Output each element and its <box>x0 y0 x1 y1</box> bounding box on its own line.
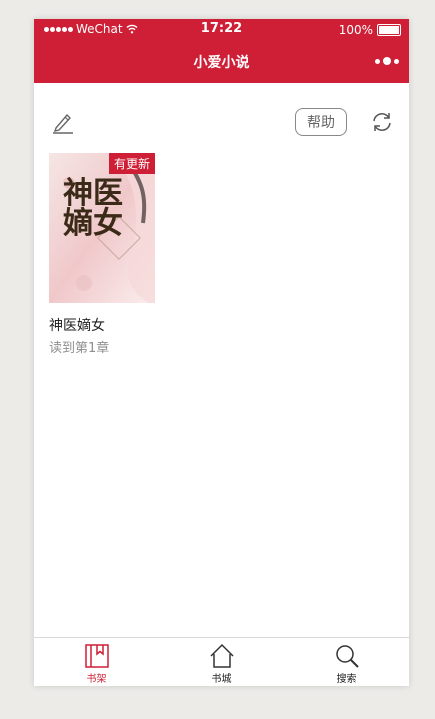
tab-label: 搜索 <box>336 674 357 685</box>
tab-label: 书架 <box>86 674 107 685</box>
more-dot-icon <box>394 58 399 64</box>
tab-search[interactable]: 搜索 <box>284 638 409 686</box>
tab-label: 书城 <box>211 674 232 685</box>
tab-bookshelf[interactable]: 书架 <box>34 638 159 686</box>
page-title: 小爱小说 <box>193 55 250 71</box>
tab-bookstore[interactable]: 书城 <box>159 638 284 686</box>
bookshelf-icon <box>84 644 109 668</box>
edit-icon[interactable] <box>50 109 76 135</box>
refresh-icon[interactable] <box>370 110 394 134</box>
phone-frame: WeChat 17:22 100% 小爱小说 帮助 神医嫡女 有更新 神医嫡女 … <box>34 19 409 686</box>
help-button[interactable]: 帮助 <box>295 108 347 136</box>
battery-group: 100% <box>339 23 401 37</box>
cover-title-text: 神医嫡女 <box>63 176 123 241</box>
top-bar: WeChat 17:22 100% 小爱小说 <box>34 19 409 83</box>
more-dot-icon <box>383 57 391 65</box>
book-title[interactable]: 神医嫡女 <box>49 315 155 335</box>
battery-icon <box>377 24 401 36</box>
shelf-toolbar: 帮助 <box>34 103 409 143</box>
battery-label: 100% <box>338 23 373 37</box>
home-icon <box>209 643 234 668</box>
reading-progress: 读到第1章 <box>49 341 110 356</box>
book-cover[interactable]: 神医嫡女 有更新 <box>49 153 155 303</box>
more-menu-button[interactable] <box>375 57 399 65</box>
status-bar: WeChat 17:22 100% <box>34 19 409 39</box>
more-dot-icon <box>375 58 380 64</box>
search-icon <box>335 645 359 668</box>
book-item[interactable]: 神医嫡女 有更新 神医嫡女 读到第1章 <box>49 153 155 356</box>
update-badge: 有更新 <box>108 153 155 174</box>
tab-bar: 书架 书城 搜索 <box>34 637 409 686</box>
